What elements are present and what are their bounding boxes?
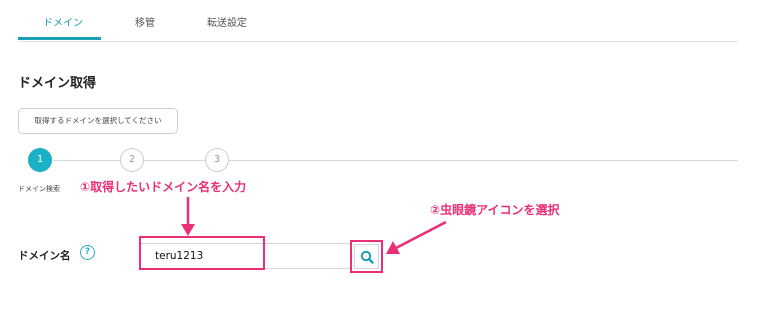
stepper-track: [53, 160, 738, 161]
arrow-to-search-button: [386, 220, 447, 254]
step-tooltip: 取得するドメインを選択してください: [18, 108, 178, 134]
step-2: 2: [120, 148, 144, 172]
tab-forwarding-settings[interactable]: 転送設定: [207, 14, 247, 29]
arrow-down-to-input: [181, 197, 195, 236]
active-tab-indicator: [18, 37, 101, 40]
annotation-enter-domain: ①取得したいドメイン名を入力: [80, 180, 247, 194]
search-button[interactable]: [354, 244, 379, 269]
step-1: 1: [28, 148, 52, 172]
question-circle-icon[interactable]: ?: [80, 245, 95, 260]
domain-name-label: ドメイン名: [18, 250, 71, 262]
search-icon: [360, 250, 374, 264]
tab-transfer[interactable]: 移管: [135, 14, 155, 29]
annotation-arrows: [181, 197, 447, 254]
tab-bar: ドメイン 移管 転送設定: [18, 0, 738, 42]
page-title: ドメイン取得: [18, 76, 97, 91]
domain-input[interactable]: [140, 243, 352, 269]
tab-domain[interactable]: ドメイン: [43, 14, 83, 29]
annotation-select-search: ②虫眼鏡アイコンを選択: [430, 203, 560, 217]
step-3: 3: [205, 148, 229, 172]
step-1-caption: ドメイン検索: [18, 185, 60, 193]
